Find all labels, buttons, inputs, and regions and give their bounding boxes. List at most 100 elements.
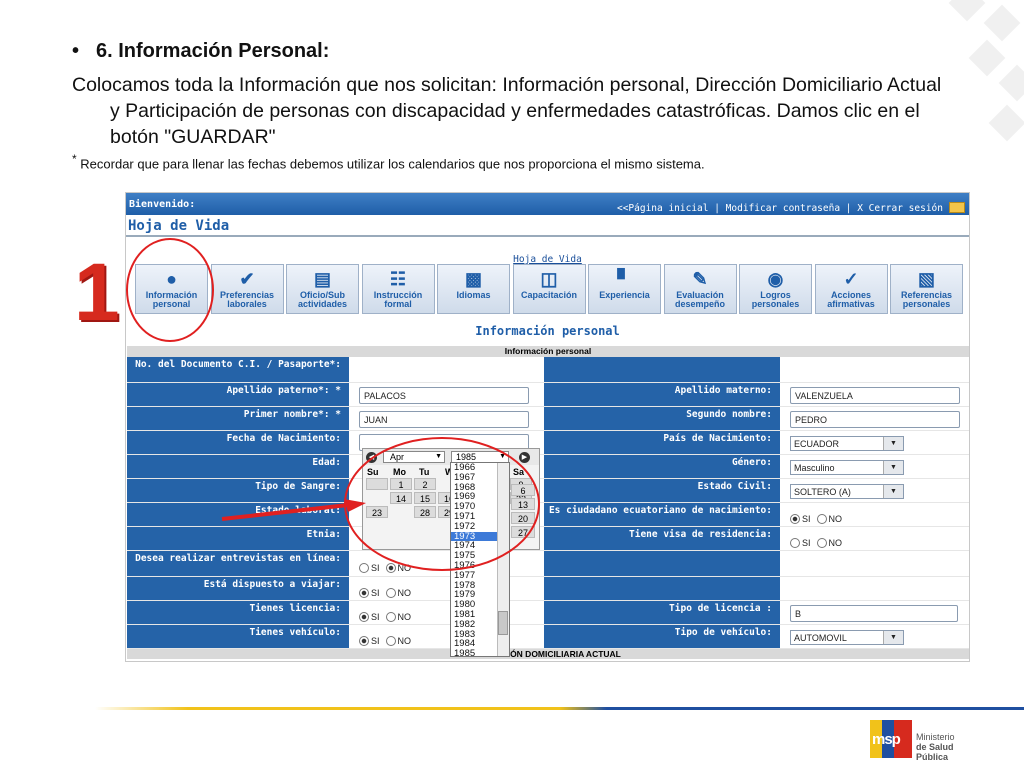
ministry-line-1: Ministerio: [916, 732, 955, 742]
segundo-nombre-label: Segundo nombre:: [544, 407, 780, 430]
tab-bar: ● Información personal ✔ Preferencias labo…: [135, 264, 966, 314]
visa-no-radio[interactable]: [816, 537, 827, 548]
vehiculo-si-radio[interactable]: [359, 635, 369, 646]
tab-label: Acciones afirmativas: [827, 290, 875, 309]
msp-logo-mark: msp: [870, 720, 912, 758]
presentation-icon: ◫: [540, 269, 558, 289]
heading-text: 6. Información Personal:: [96, 40, 330, 62]
check-icon: ✔: [239, 269, 255, 289]
tab-label: Oficio/Sub actividades: [297, 290, 348, 309]
empty-label: [544, 357, 780, 382]
entrevista-no-radio[interactable]: [385, 562, 396, 573]
annotation-circle-tab: [126, 238, 214, 342]
tipo-licencia-input[interactable]: B: [790, 605, 958, 622]
form-row: Etnia: Tiene visa de residencia: SI NO: [127, 527, 969, 551]
doc-value: [349, 357, 540, 382]
top-links[interactable]: <<Página inicial | Modificar contraseña …: [617, 203, 943, 214]
doc-label: No. del Documento C.I. / Pasaporte*:: [127, 357, 349, 382]
tab-label: Preferencias laborales: [219, 290, 275, 309]
form-row: Edad: Género: Masculino ▼: [127, 455, 969, 479]
ciudadano-label: Es ciudadano ecuatoriano de nacimiento:: [544, 503, 780, 526]
comments-icon: ▧: [917, 269, 935, 289]
tab-label: Evaluación desempeño: [674, 290, 725, 309]
viajar-si-radio[interactable]: [359, 587, 369, 598]
section-title: Información personal: [475, 324, 620, 338]
viajar-label: Está dispuesto a viajar:: [127, 577, 349, 600]
vehiculo-no-radio[interactable]: [385, 635, 396, 646]
edit-icon: ✎: [692, 269, 708, 289]
tab-logros[interactable]: ◉ Logros personales: [739, 264, 812, 314]
ciudadano-si-radio[interactable]: [790, 513, 800, 524]
form-row: Fecha de Nacimiento: País de Nacimiento:…: [127, 431, 969, 455]
step-number: 1: [74, 247, 120, 338]
pais-select[interactable]: ECUADOR ▼: [790, 436, 904, 451]
tab-evaluacion[interactable]: ✎ Evaluación desempeño: [663, 264, 737, 314]
genero-select[interactable]: Masculino ▼: [790, 460, 904, 475]
ministry-line-2: de Salud Pública: [916, 742, 954, 762]
chevron-down-icon: ▼: [883, 437, 903, 450]
book-icon: ☷: [389, 269, 407, 289]
si-label: SI: [371, 562, 380, 573]
tab-oficio[interactable]: ▤ Oficio/Sub actividades: [286, 264, 359, 314]
medal-icon: ◉: [767, 269, 784, 289]
hand-check-icon: ✓: [843, 269, 859, 289]
empty-label: [544, 551, 780, 576]
top-bar: Bienvenido: <<Página inicial | Modificar…: [126, 193, 969, 215]
tipo-vehiculo-select[interactable]: AUTOMOVIL ▼: [790, 630, 904, 645]
logo-text: msp: [872, 731, 901, 748]
tab-label: Referencias personales: [900, 290, 953, 309]
no-label: NO: [828, 513, 843, 524]
form-row: No. del Documento C.I. / Pasaporte*:: [127, 357, 969, 383]
annotation-arrow-icon: [221, 499, 366, 521]
tab-acciones[interactable]: ✓ Acciones afirmativas: [814, 264, 888, 314]
estado-civil-value: SOLTERO (A): [794, 487, 851, 497]
apellido-paterno-input[interactable]: PALACOS: [359, 387, 529, 404]
segundo-nombre-input[interactable]: PEDRO: [790, 411, 960, 428]
welcome-label: Bienvenido:: [129, 199, 196, 210]
primer-nombre-input[interactable]: JUAN: [359, 411, 529, 428]
direccion-header: DIRECCIÓN DOMICILIARIA ACTUAL: [127, 649, 969, 659]
folder-icon[interactable]: [949, 202, 965, 213]
tab-label: Instrucción formal: [373, 290, 423, 309]
chat-icon: ▩: [464, 269, 482, 289]
scrollbar-thumb[interactable]: [498, 611, 508, 635]
tab-experiencia[interactable]: ▘ Experiencia: [588, 264, 661, 314]
si-label: SI: [371, 587, 380, 598]
genero-label: Género:: [544, 455, 780, 478]
pais-value: ECUADOR: [794, 439, 840, 449]
chevron-down-icon: ▼: [883, 461, 903, 474]
ciudadano-no-radio[interactable]: [816, 513, 827, 524]
tab-idiomas[interactable]: ▩ Idiomas: [437, 264, 510, 314]
form-row: Primer nombre*: * JUAN Segundo nombre: P…: [127, 407, 969, 431]
footer-line: [95, 707, 1024, 710]
no-label: NO: [397, 635, 412, 646]
chevron-down-icon: ▼: [883, 485, 903, 498]
tipo-vehiculo-label: Tipo de vehículo:: [544, 625, 780, 648]
divider: [126, 235, 969, 237]
edad-label: Edad:: [127, 455, 349, 478]
tab-preferencias-laborales[interactable]: ✔ Preferencias laborales: [210, 264, 284, 314]
tab-referencias[interactable]: ▧ Referencias personales: [890, 264, 963, 314]
apellido-materno-input[interactable]: VALENZUELA: [790, 387, 960, 404]
tab-capacitacion[interactable]: ◫ Capacitación: [512, 264, 586, 314]
licencia-si-radio[interactable]: [359, 611, 369, 622]
licencia-label: Tienes licencia:: [127, 601, 349, 624]
next-month-icon[interactable]: ▶: [519, 451, 530, 463]
tab-instruccion[interactable]: ☷ Instrucción formal: [361, 264, 435, 314]
si-label: SI: [371, 635, 380, 646]
vehiculo-label: Tienes vehículo:: [127, 625, 349, 648]
visa-si-radio[interactable]: [790, 537, 800, 548]
page-title: Hoja de Vida: [128, 218, 230, 234]
tab-label: Logros personales: [751, 290, 800, 309]
tipo-vehiculo-value: AUTOMOVIL: [794, 633, 847, 643]
no-label: NO: [397, 611, 412, 622]
estado-civil-select[interactable]: SOLTERO (A) ▼: [790, 484, 904, 499]
id-card-icon: ▤: [313, 269, 331, 289]
entrevista-si-radio[interactable]: [359, 562, 369, 573]
fecha-nacimiento-label: Fecha de Nacimiento:: [127, 431, 349, 454]
etnia-label: Etnia:: [127, 527, 349, 550]
apellido-paterno-label: Apellido paterno*: *: [127, 383, 349, 406]
viajar-no-radio[interactable]: [385, 587, 396, 598]
licencia-no-radio[interactable]: [385, 611, 396, 622]
slide-heading: • 6. Información Personal:: [72, 40, 329, 63]
